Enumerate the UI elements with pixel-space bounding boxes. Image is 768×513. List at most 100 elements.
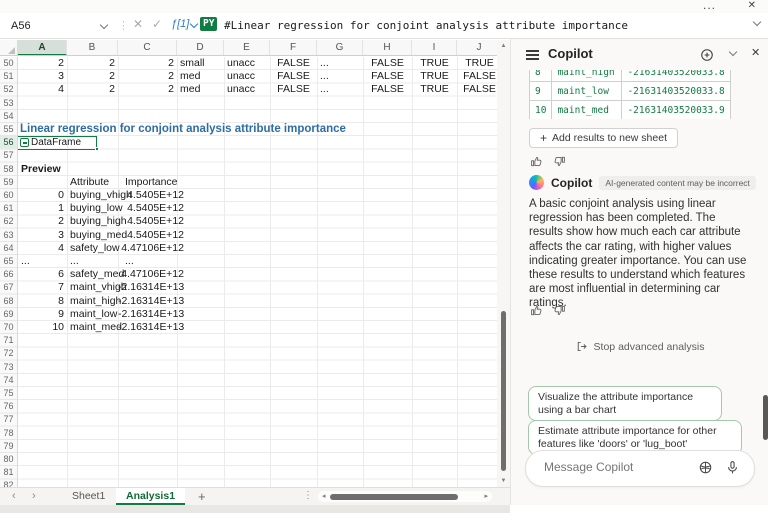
cell-J51[interactable]: FALSE [457,70,497,83]
message-copilot-input[interactable] [544,460,684,474]
row-header-73[interactable]: 73 [0,361,17,374]
row-header-74[interactable]: 74 [0,374,17,387]
web-globe-icon[interactable] [698,460,713,475]
cell-A50[interactable]: 2 [18,57,67,70]
row-header-60[interactable]: 60 [0,189,17,202]
row-header-59[interactable]: 59 [0,176,17,189]
column-header-G[interactable]: G [317,40,363,56]
cell-C52[interactable]: 2 [118,83,177,96]
column-header-A[interactable]: A [18,40,67,56]
row-header-67[interactable]: 67 [0,281,17,294]
cell-A60[interactable]: 0 [18,189,67,202]
horizontal-scrollbar-thumb[interactable] [330,494,458,500]
close-panel-icon[interactable]: ✕ [751,46,760,59]
cell-C51[interactable]: 2 [118,70,177,83]
thumbs-down-icon[interactable] [553,304,566,317]
cell-C60[interactable]: 4.5405E+12 [118,189,184,202]
cell-B59[interactable]: Attribute [70,176,121,189]
cell-J50[interactable]: TRUE [457,57,497,70]
column-header-B[interactable]: B [67,40,118,56]
column-header-J[interactable]: J [457,40,497,56]
cell-B66[interactable]: safety_med [70,268,121,281]
row-header-55[interactable]: 55 [0,123,17,136]
vertical-scrollbar-thumb[interactable] [501,311,506,471]
add-sheet-icon[interactable]: + [198,489,206,504]
cell-F52[interactable]: FALSE [270,83,317,96]
cell-B69[interactable]: maint_low [70,308,121,321]
cell-A62[interactable]: 2 [18,215,67,228]
cell-B70[interactable]: maint_med [70,321,121,334]
column-header-E[interactable]: E [224,40,270,56]
column-header-H[interactable]: H [363,40,412,56]
cell-B60[interactable]: buying_vhigh [70,189,121,202]
name-box[interactable]: A56 [5,16,113,36]
cell-B51[interactable]: 2 [67,70,118,83]
tab-nav-next-icon[interactable]: › [32,490,36,502]
new-chat-icon[interactable] [700,48,714,62]
row-header-53[interactable]: 53 [0,97,17,110]
cell-I51[interactable]: TRUE [412,70,457,83]
cell-A52[interactable]: 4 [18,83,67,96]
cell-A70[interactable]: 10 [18,321,67,334]
collapse-panel-icon[interactable] [729,48,737,56]
cell-C59[interactable]: Importance [125,176,184,189]
row-header-72[interactable]: 72 [0,347,17,360]
selected-cell-A56[interactable]: DataFrame [18,136,97,150]
column-header-I[interactable]: I [412,40,457,56]
cell-A68[interactable]: 8 [18,295,67,308]
column-header-F[interactable]: F [270,40,317,56]
window-more-icon[interactable]: ... [703,0,716,12]
select-all-corner[interactable] [0,40,18,56]
cell-A69[interactable]: 9 [18,308,67,321]
row-header-70[interactable]: 70 [0,321,17,334]
row-header-63[interactable]: 63 [0,229,17,242]
cell-H51[interactable]: FALSE [363,70,412,83]
row-header-68[interactable]: 68 [0,295,17,308]
row-header-51[interactable]: 51 [0,70,17,83]
cell-C65[interactable]: ... [125,255,184,268]
cell-G51[interactable]: ... [320,70,366,83]
thumbs-up-icon[interactable] [530,155,543,168]
cell-A66[interactable]: 6 [18,268,67,281]
row-header-71[interactable]: 71 [0,334,17,347]
tab-more-icon[interactable]: ⋮ [303,490,313,501]
analysis-title-cell[interactable]: Linear regression for conjoint analysis … [20,123,346,136]
confirm-icon[interactable]: ✓ [152,17,162,31]
cell-B50[interactable]: 2 [67,57,118,70]
row-header-79[interactable]: 79 [0,440,17,453]
cell-A67[interactable]: 7 [18,281,67,294]
cell-C66[interactable]: 4.47106E+12 [118,268,184,281]
cell-B61[interactable]: buying_low [70,202,121,215]
copilot-scrollbar-thumb[interactable] [763,395,768,440]
cell-C68[interactable]: -2.16314E+13 [118,295,184,308]
suggestion-chip[interactable]: Visualize the attribute importance using… [528,386,722,421]
row-header-65[interactable]: 65 [0,255,17,268]
row-header-76[interactable]: 76 [0,400,17,413]
cell-C69[interactable]: -2.16314E+13 [118,308,184,321]
row-header-69[interactable]: 69 [0,308,17,321]
cell-B67[interactable]: maint_vhigh [70,281,121,294]
row-header-66[interactable]: 66 [0,268,17,281]
cell-C70[interactable]: -2.16314E+13 [118,321,184,334]
row-header-56[interactable]: 56 [0,136,17,149]
row-header-54[interactable]: 54 [0,110,17,123]
cell-F51[interactable]: FALSE [270,70,317,83]
stop-advanced-analysis-link[interactable]: Stop advanced analysis [511,340,768,353]
column-header-D[interactable]: D [177,40,224,56]
cell-A63[interactable]: 3 [18,229,67,242]
tab-analysis1[interactable]: Analysis1 [116,488,185,505]
cell-C64[interactable]: 4.47106E+12 [118,242,184,255]
cell-E52[interactable]: unacc [227,83,273,96]
cell-C61[interactable]: 4.5405E+12 [118,202,184,215]
fill-handle[interactable] [95,147,99,151]
formula-input[interactable]: #Linear regression for conjoint analysis… [224,19,628,32]
cell-C67[interactable]: -2.16314E+13 [118,281,184,294]
cell-D52[interactable]: med [180,83,227,96]
python-output-selector-icon[interactable]: ƒ[1] [171,18,197,30]
row-header-77[interactable]: 77 [0,413,17,426]
cell-J52[interactable]: FALSE [457,83,497,96]
row-header-64[interactable]: 64 [0,242,17,255]
cell-B62[interactable]: buying_high [70,215,121,228]
row-header-62[interactable]: 62 [0,215,17,228]
menu-icon[interactable] [526,50,539,62]
